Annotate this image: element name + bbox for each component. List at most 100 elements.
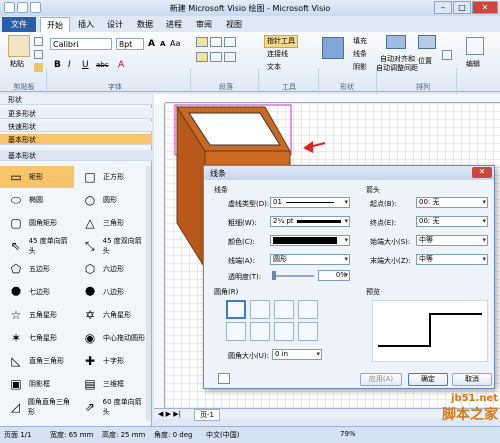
dash-type-select[interactable]: 01 (270, 197, 350, 208)
tab-data[interactable]: 数据 (131, 17, 159, 32)
basic-shapes-stencil[interactable]: 基本形状 (0, 134, 152, 145)
corner-option-3[interactable] (298, 300, 318, 319)
font-name-select[interactable]: Calibri (50, 38, 112, 50)
shrink-font-icon[interactable]: A (160, 40, 165, 48)
shape-item[interactable]: ⇖ 45 度单向箭头 (0, 235, 74, 257)
shape-item[interactable]: ⇗ 60 度单向箭头 (74, 396, 148, 418)
line-button[interactable]: 线条 (350, 48, 370, 61)
cut-icon[interactable] (34, 37, 43, 46)
cancel-button[interactable]: 取消 (452, 373, 492, 386)
color-select[interactable] (270, 235, 350, 246)
shape-item[interactable]: ⬭ 椭圆 (0, 189, 74, 211)
grow-font-icon[interactable]: A (148, 39, 155, 49)
corner-option-6[interactable] (274, 322, 294, 341)
corner-option-0[interactable] (226, 300, 246, 319)
corner-option-5[interactable] (250, 322, 270, 341)
text-tool-button[interactable]: 文本 (264, 61, 284, 74)
align-bottom-icon[interactable] (224, 37, 236, 47)
copy-icon[interactable] (34, 50, 43, 59)
shape-item[interactable]: ▣ 阴影框 (0, 373, 74, 395)
position-label[interactable]: 位置 (418, 56, 432, 66)
shape-item[interactable]: △ 三角形 (74, 212, 148, 234)
corner-option-1[interactable] (250, 300, 270, 319)
tab-file[interactable]: 文件 (2, 17, 36, 32)
paste-icon[interactable] (8, 35, 30, 57)
corner-option-2[interactable] (274, 300, 294, 319)
dialog-close-button[interactable]: ✕ (472, 167, 492, 178)
apply-button[interactable]: 应用(A) (360, 373, 402, 386)
page-tab-1[interactable]: 页-1 (194, 409, 220, 421)
align-right-icon[interactable] (224, 52, 236, 62)
fill-button[interactable]: 填充 (350, 35, 370, 48)
shape-item[interactable]: ⯄ 八边形 (74, 281, 148, 303)
weight-select[interactable]: 2¼ pt (270, 216, 350, 227)
shadow-button[interactable]: 阴影 (350, 61, 370, 74)
cap-select[interactable]: 圆形 (270, 254, 350, 265)
group-icon[interactable] (442, 50, 452, 60)
shape-item[interactable]: ⬡ 六边形 (74, 258, 148, 280)
shape-item[interactable]: ▢ 圆角矩形 (0, 212, 74, 234)
underline-button[interactable]: U (82, 60, 89, 70)
end-size-select[interactable]: 中等 (416, 254, 488, 265)
align-top-icon[interactable] (196, 37, 208, 47)
maximize-button[interactable]: □ (453, 1, 471, 14)
quick-shapes-link[interactable]: 快速形状 (0, 121, 152, 132)
tab-home[interactable]: 开始 (40, 17, 70, 32)
quick-styles-icon[interactable] (322, 37, 344, 59)
status-page[interactable]: 页面 1/1 (4, 430, 32, 440)
shape-item[interactable]: ⬠ 五边形 (0, 258, 74, 280)
ok-button[interactable]: 确定 (408, 373, 448, 386)
shape-item[interactable]: □ 正方形 (74, 166, 148, 188)
corner-option-7[interactable] (298, 322, 318, 341)
begin-size-select[interactable]: 中等 (416, 235, 488, 246)
shape-item[interactable]: ○ 圆形 (74, 189, 148, 211)
shape-item[interactable]: ✡ 六角星形 (74, 304, 148, 326)
find-icon[interactable] (466, 37, 484, 55)
shape-item[interactable]: ⤡ 45 度双向箭头 (74, 235, 148, 257)
shape-item[interactable]: ◿ 圆角直角三角形 (0, 396, 74, 418)
tab-insert[interactable]: 插入 (72, 17, 100, 32)
align-middle-icon[interactable] (210, 37, 222, 47)
tab-process[interactable]: 进程 (160, 17, 188, 32)
corner-option-4[interactable] (226, 322, 246, 341)
font-size-select[interactable]: 8pt (116, 38, 144, 50)
shape-item[interactable]: ⯃ 七边形 (0, 281, 74, 303)
status-language[interactable]: 中文(中国) (206, 430, 239, 440)
shape-item[interactable]: ▤ 三维框 (74, 373, 148, 395)
position-icon[interactable] (418, 35, 436, 49)
close-button[interactable]: ✕ (472, 1, 498, 14)
pointer-tool-button[interactable]: 指针工具 (264, 35, 298, 48)
auto-align-icon[interactable] (386, 35, 406, 49)
italic-button[interactable]: I (68, 60, 71, 70)
change-case-icon[interactable]: Aa (170, 39, 180, 48)
scrollbar[interactable] (146, 166, 151, 421)
align-left-icon[interactable] (210, 52, 222, 62)
tab-view[interactable]: 视图 (220, 17, 248, 32)
shape-item[interactable]: ☆ 五角星形 (0, 304, 74, 326)
page-nav-icons[interactable]: ◀ ▶ ▶| (158, 410, 181, 418)
help-icon[interactable] (218, 373, 230, 384)
end-arrow-select[interactable]: 00: 无 (416, 216, 488, 227)
tab-design[interactable]: 设计 (101, 17, 129, 32)
round-size-input[interactable]: 0 in (272, 349, 322, 360)
connector-button[interactable]: 连接线 (264, 48, 291, 61)
shape-item[interactable]: ✶ 七角星形 (0, 327, 74, 349)
transparency-input[interactable]: 0% (318, 270, 350, 281)
transparency-slider[interactable] (272, 275, 314, 277)
status-zoom[interactable]: 79% (340, 430, 356, 438)
align-center-icon[interactable] (196, 52, 208, 62)
bold-button[interactable]: B (54, 60, 61, 70)
tab-review[interactable]: 审阅 (190, 17, 218, 32)
shape-item[interactable]: ✚ 十字形 (74, 350, 148, 372)
font-color-button[interactable]: A (118, 60, 124, 70)
transparency-slider-thumb[interactable] (272, 271, 276, 280)
more-shapes-link[interactable]: 更多形状 (0, 108, 152, 119)
minimize-button[interactable]: – (434, 1, 452, 14)
shape-item[interactable]: ◺ 直角三角形 (0, 350, 74, 372)
auto-space-label[interactable]: 自动调整间距 (376, 63, 418, 73)
format-painter-icon[interactable] (34, 63, 43, 72)
shape-item[interactable]: ◉ 中心拖动圆形 (74, 327, 148, 349)
shape-item[interactable]: ▭ 矩形 (0, 166, 74, 188)
begin-arrow-select[interactable]: 00: 无 (416, 197, 488, 208)
strikethrough-button[interactable]: abc (96, 61, 109, 69)
